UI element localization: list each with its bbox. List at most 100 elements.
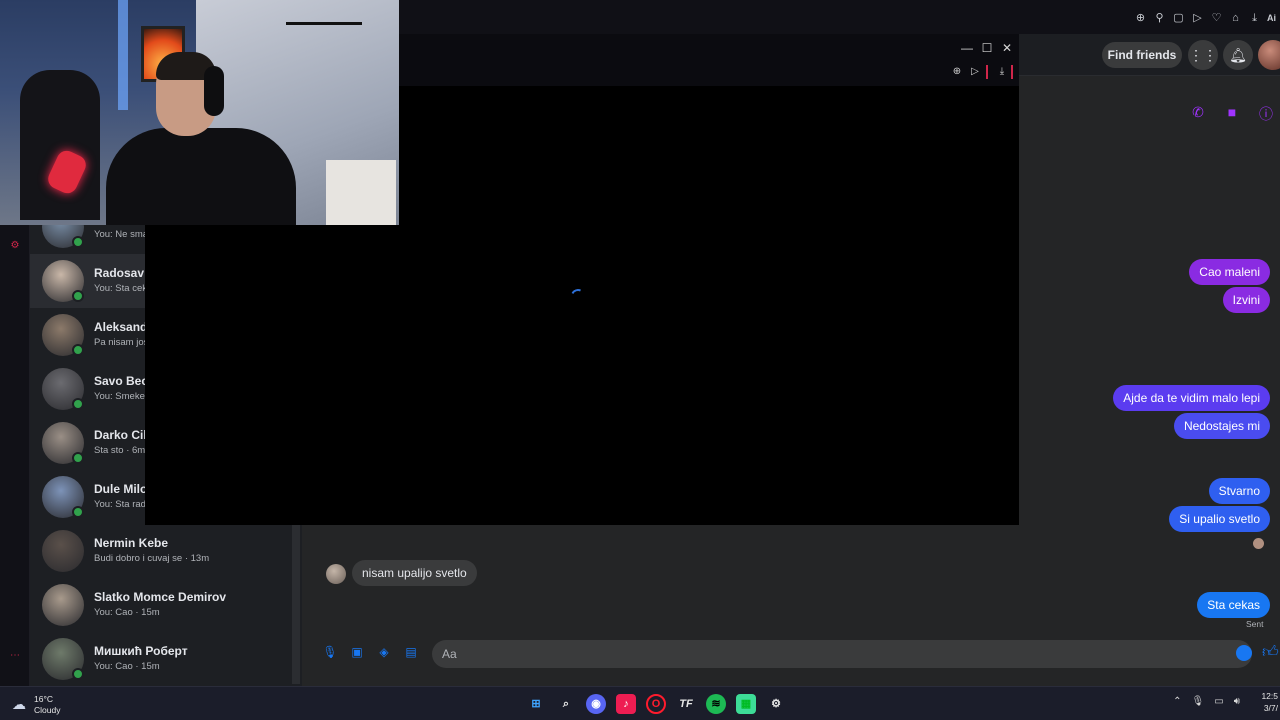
message-preview: Sta sto · 6m [94,445,146,456]
discord-icon[interactable]: ◉ [586,694,606,714]
search-icon[interactable]: ⌕ [556,694,576,714]
message-status: Sent [1246,619,1264,629]
monitor-icon[interactable]: ▭ [1214,696,1223,707]
video-call-icon[interactable]: ■ [1224,104,1240,124]
volume-icon[interactable]: 🔊︎ [1234,696,1240,707]
contact-name: Nermin Kebe [94,536,169,550]
snapshot-icon[interactable]: ▢ [1172,12,1185,25]
download-icon[interactable]: ⤓ [995,65,1009,79]
toolbar-divider [1011,65,1013,79]
info-icon[interactable]: ⓘ [1258,104,1274,124]
more-icon[interactable]: ⋯ [8,649,22,663]
settings-gear-icon[interactable]: ⚙ [766,694,786,714]
message-preview: You: Sta cek [94,283,147,294]
zoom-icon[interactable]: ⊕ [1134,12,1147,25]
contact-avatar [42,584,84,626]
find-friends-button[interactable]: Find friends [1102,42,1182,68]
received-message: nisam upalijo svetlo [352,560,477,586]
seen-indicator-avatar [1253,538,1264,549]
online-status-dot [72,236,84,248]
loading-spinner-icon [569,287,587,305]
webcam-overlay [0,0,399,225]
windows-start-icon[interactable]: ⊞ [526,694,546,714]
message-preview: Budi dobro i cuvaj se · 13m [94,553,210,564]
sent-message: Nedostajes mi [1173,413,1270,439]
opera-gx-icon[interactable]: O [646,694,666,714]
sent-message: Sta cekas [1197,592,1270,618]
gif-icon[interactable]: ▤ [403,644,419,660]
online-status-dot [72,452,84,464]
message-preview: You: Smeker [94,391,149,402]
streamer-body [106,128,296,225]
desk [326,160,396,225]
chevron-up-icon[interactable]: ⌃ [1173,696,1181,707]
message-preview: Pa nisam jos [94,337,149,348]
taskbar-apps: ⊞ ⌕ ◉ ♪ O TF ≋ ▦ ⚙ [526,694,786,714]
weather-condition[interactable]: Cloudy [34,705,60,715]
sent-message: Cao maleni [1189,259,1270,285]
message-preview: You: Cao · 15m [94,607,160,618]
headset [204,66,224,116]
wall-sword [286,22,362,25]
emoji-icon[interactable] [1236,645,1252,661]
windows-taskbar: ☁ 16°C Cloudy ⊞ ⌕ ◉ ♪ O TF ≋ ▦ ⚙ ⌃ 🎙︎ ▭ … [0,686,1280,720]
play-icon[interactable]: ▷ [968,65,982,79]
close-icon[interactable]: ✕ [998,39,1016,57]
settings-icon[interactable]: ⚙ [8,239,22,253]
play-icon[interactable]: ▷ [1191,12,1204,25]
contact-avatar [42,530,84,572]
notifications-bell-icon[interactable]: 🔔︎ [1223,40,1253,70]
wallet-icon[interactable]: ⌂ [1229,12,1242,25]
minimize-icon[interactable]: — [958,39,976,57]
faceit-icon[interactable]: TF [676,694,696,714]
zoom-icon[interactable]: ⊕ [950,65,964,79]
online-status-dot [72,344,84,356]
contact-avatar[interactable] [326,564,346,584]
profile-avatar[interactable] [1258,40,1280,70]
message-composer: 🎙︎ ▣ ◈ ▤ 👍︎ [314,638,1280,668]
sticker-icon[interactable]: ◈ [376,644,392,660]
tiktok-icon[interactable]: ♪ [616,694,636,714]
system-tray: ⌃ 🎙︎ ▭ 🔊︎ [1173,696,1272,707]
browser-tools: ⊕ ⚲ ▢ ▷ ♡ ⌂ ⤓ Ai [1134,12,1276,25]
online-status-dot [72,290,84,302]
mic-tray-icon[interactable]: 🎙︎ [1192,696,1205,707]
messenger-header: Find friends ⋮⋮ 🔔︎ [1018,34,1280,76]
conversation-actions: ✆ ■ ⓘ [1190,104,1274,124]
chat-list-scrollbar[interactable] [292,524,300,684]
sent-message: Izvini [1222,287,1270,313]
online-status-dot [72,398,84,410]
cloud-icon[interactable]: ☁ [12,696,26,713]
clock-time[interactable]: 12:5 [1261,691,1278,701]
image-attach-icon[interactable]: ▣ [349,644,365,660]
message-preview: You: Ne sma [94,229,149,240]
chat-list-item[interactable]: Slatko Momce Demirov You: Cao · 15m [30,578,292,632]
menu-grid-icon[interactable]: ⋮⋮ [1188,40,1218,70]
online-status-dot [72,506,84,518]
gaming-chair [20,70,100,220]
like-thumb-icon[interactable]: 👍︎ [1262,643,1279,662]
app-icon[interactable]: ▦ [736,694,756,714]
ai-button[interactable]: Ai [1267,12,1276,25]
message-preview: You: Cao · 15m [94,661,160,672]
toolbar-divider [986,65,988,79]
chat-list-item[interactable]: Мишкић Роберт You: Cao · 15m [30,632,292,686]
sent-message: Ajde da te vidim malo lepi [1113,385,1270,411]
clock-date[interactable]: 3/7/ [1264,703,1278,713]
phone-call-icon[interactable]: ✆ [1190,104,1206,124]
sent-message: Si upalio svetlo [1169,506,1270,532]
message-input[interactable] [432,640,1252,668]
maximize-icon[interactable]: ☐ [978,39,996,57]
online-status-dot [72,668,84,680]
microphone-icon[interactable]: 🎙︎ [322,644,338,660]
led-light [118,0,128,110]
sent-message: Stvarno [1208,478,1270,504]
contact-name: Мишкић Роберт [94,644,188,658]
spotify-icon[interactable]: ≋ [706,694,726,714]
download-icon[interactable]: ⤓ [1248,12,1261,25]
pin-icon[interactable]: ⚲ [1153,12,1166,25]
heart-icon[interactable]: ♡ [1210,12,1223,25]
weather-temperature[interactable]: 16°C [34,694,53,704]
contact-name: Slatko Momce Demirov [94,590,227,604]
chat-list-item[interactable]: Nermin Kebe Budi dobro i cuvaj se · 13m [30,524,292,578]
